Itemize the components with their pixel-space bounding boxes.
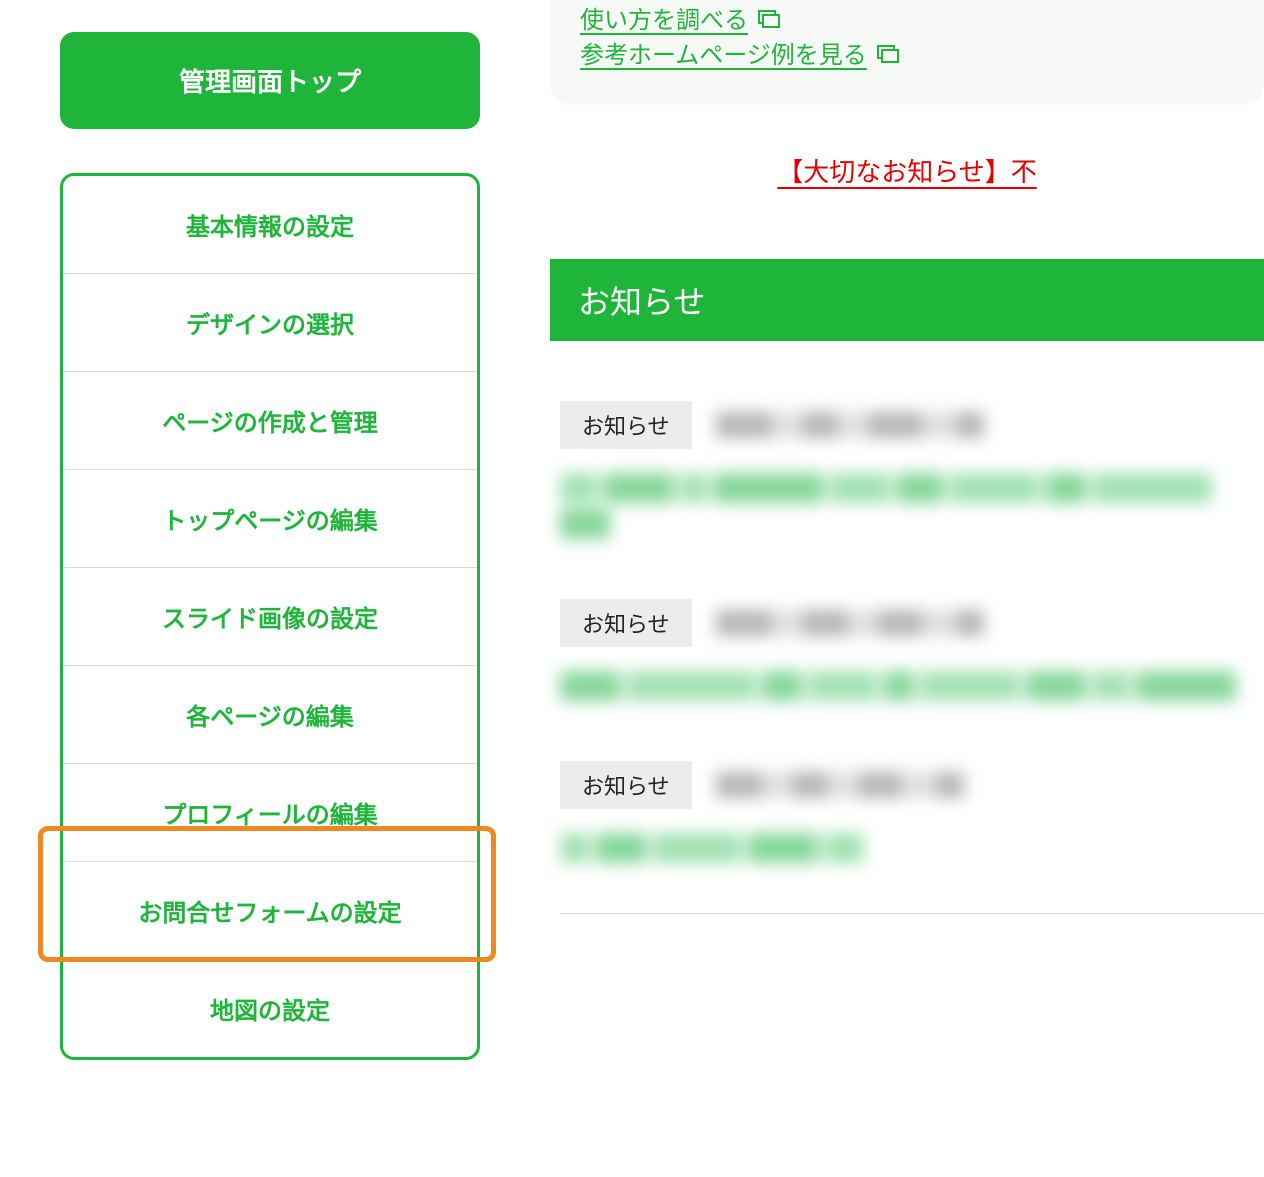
news-date-redacted	[716, 412, 984, 438]
admin-top-button[interactable]: 管理画面トップ	[60, 32, 480, 129]
news-body-redacted	[560, 833, 1264, 863]
news-badge: お知らせ	[560, 401, 692, 449]
news-item: お知らせ	[560, 401, 1264, 539]
external-link-icon	[877, 45, 895, 61]
news-list: お知らせ	[550, 401, 1264, 914]
news-body-redacted	[560, 671, 1264, 701]
sidebar-item-contact-form[interactable]: お問合せフォームの設定	[63, 862, 477, 960]
help-link-examples-label: 参考ホームページ例を見る	[580, 35, 867, 70]
sidebar-item-pages-edit[interactable]: 各ページの編集	[63, 666, 477, 764]
sidebar-menu: 基本情報の設定 デザインの選択 ページの作成と管理 トップページの編集 スライド…	[60, 173, 480, 1060]
news-badge: お知らせ	[560, 599, 692, 647]
sidebar-item-profile-edit[interactable]: プロフィールの編集	[63, 764, 477, 862]
news-section-header: お知らせ	[550, 259, 1264, 341]
sidebar: 管理画面トップ 基本情報の設定 デザインの選択 ページの作成と管理 トップページ…	[60, 0, 480, 1060]
sidebar-item-basic-settings[interactable]: 基本情報の設定	[63, 176, 477, 274]
news-divider	[560, 913, 1264, 914]
news-date-redacted	[716, 772, 964, 798]
main-content: 使い方を調べる 参考ホームページ例を見る 【大切なお知らせ】不 お知らせ お知ら…	[550, 0, 1264, 1060]
news-body-redacted	[560, 473, 1264, 539]
help-link-usage[interactable]: 使い方を調べる	[580, 0, 776, 35]
sidebar-item-slide-settings[interactable]: スライド画像の設定	[63, 568, 477, 666]
sidebar-item-map-settings[interactable]: 地図の設定	[63, 960, 477, 1057]
news-badge: お知らせ	[560, 761, 692, 809]
news-item: お知らせ	[560, 599, 1264, 701]
news-item: お知らせ	[560, 761, 1264, 914]
help-link-examples[interactable]: 参考ホームページ例を見る	[580, 35, 895, 70]
important-notice-link[interactable]: 【大切なお知らせ】不	[777, 157, 1036, 187]
help-link-usage-label: 使い方を調べる	[580, 0, 748, 35]
sidebar-item-page-management[interactable]: ページの作成と管理	[63, 372, 477, 470]
help-links-box: 使い方を調べる 参考ホームページ例を見る	[550, 0, 1264, 104]
sidebar-item-toppage-edit[interactable]: トップページの編集	[63, 470, 477, 568]
important-notice: 【大切なお知らせ】不	[550, 152, 1264, 189]
news-date-redacted	[716, 610, 984, 636]
sidebar-item-design-select[interactable]: デザインの選択	[63, 274, 477, 372]
external-link-icon	[758, 10, 776, 26]
